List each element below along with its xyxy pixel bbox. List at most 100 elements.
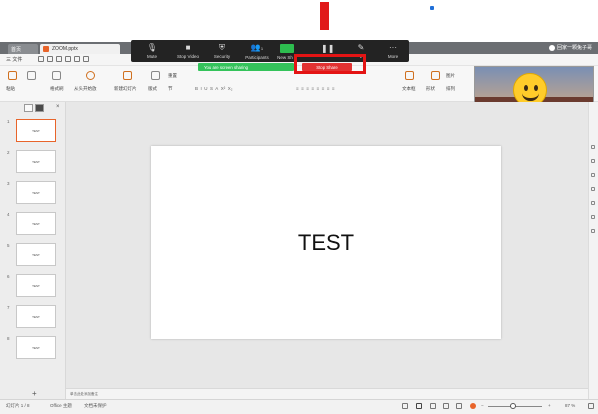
format-painter-icon[interactable] bbox=[52, 71, 61, 80]
document-protection[interactable]: 文档未保护 bbox=[84, 403, 107, 409]
shield-icon: ⛨ bbox=[219, 43, 225, 52]
avatar-icon bbox=[548, 44, 555, 51]
slide-thumbnail[interactable]: TEST bbox=[16, 181, 56, 204]
account-menu[interactable]: 回家一颗兔子哥 bbox=[548, 44, 592, 51]
rail-tool-icon[interactable] bbox=[591, 145, 595, 149]
highlight-box bbox=[294, 54, 366, 74]
outline-view-tab[interactable] bbox=[24, 104, 33, 112]
stop-video-button[interactable]: ■ Stop Video bbox=[170, 43, 206, 59]
slide-thumbnail-number: 5 bbox=[7, 243, 10, 248]
security-label: Security bbox=[213, 54, 231, 59]
new-slide-button[interactable]: 新建幻灯片 bbox=[114, 86, 137, 92]
slideshow-view-icon[interactable] bbox=[456, 403, 462, 409]
print-icon[interactable] bbox=[56, 56, 62, 62]
slide-thumbnail[interactable]: TEST bbox=[16, 150, 56, 173]
slide-thumbnail[interactable]: TEST bbox=[16, 243, 56, 266]
rail-tool-icon[interactable] bbox=[591, 215, 595, 219]
slide-thumbnail[interactable]: TEST bbox=[16, 119, 56, 142]
add-slide-button[interactable]: + bbox=[32, 389, 37, 398]
theme-name: Office 主题 bbox=[50, 403, 72, 408]
stop-video-label: Stop Video bbox=[177, 54, 199, 59]
notes-placeholder: 单击此处添加备注 bbox=[70, 391, 98, 396]
font-format-icons[interactable]: B I U S A X² X₂ bbox=[195, 86, 233, 91]
participants-label: Participants bbox=[245, 55, 269, 60]
slide-thumbnail[interactable]: TEST bbox=[16, 274, 56, 297]
textbox-icon[interactable] bbox=[405, 71, 414, 80]
new-slide-icon[interactable] bbox=[123, 71, 132, 80]
save-icon[interactable] bbox=[38, 56, 44, 62]
file-menu[interactable]: 三 文件 bbox=[6, 56, 22, 63]
security-button[interactable]: ⛨ Security bbox=[204, 43, 240, 59]
play-icon[interactable] bbox=[86, 71, 95, 80]
top-margin bbox=[0, 0, 598, 42]
picture-button[interactable]: 图片 bbox=[446, 73, 455, 79]
shape-button[interactable]: 形状 bbox=[426, 86, 435, 92]
slide-thumbnail-number: 7 bbox=[7, 305, 10, 310]
microphone-icon: 🎙 bbox=[146, 43, 158, 52]
annotate-icon: ✎ bbox=[357, 43, 365, 52]
zoom-in-button[interactable]: + bbox=[548, 403, 551, 408]
panel-view-tabs bbox=[24, 104, 44, 112]
paragraph-align-icons[interactable]: ≡ ≡ ≡ ≡ ≡ ≡ ≡ ≡ bbox=[296, 86, 335, 91]
slide-thumbnail-number: 4 bbox=[7, 212, 10, 217]
tab-document[interactable]: ZOOM.pptx bbox=[40, 44, 120, 54]
slide-thumbnail-number: 2 bbox=[7, 150, 10, 155]
section-button[interactable]: 节 bbox=[168, 86, 173, 92]
cut-icon[interactable] bbox=[27, 71, 36, 80]
screen: 首页 ZOOM.pptx 回家一颗兔子哥 三 文件 粘贴 格式刷 从头开始放 新… bbox=[0, 0, 598, 414]
slide-thumbnail[interactable]: TEST bbox=[16, 336, 56, 359]
left-eye bbox=[524, 85, 528, 91]
shape-icon[interactable] bbox=[431, 71, 440, 80]
slide-sorter-icon[interactable] bbox=[430, 403, 436, 409]
current-slide[interactable]: TEST bbox=[151, 146, 501, 339]
mute-button[interactable]: 🎙 Mute bbox=[134, 43, 170, 59]
slide-thumbnail-text: TEST bbox=[32, 128, 40, 133]
reading-view-icon[interactable] bbox=[443, 403, 449, 409]
panel-close-icon[interactable]: × bbox=[56, 104, 60, 110]
tab-home[interactable]: 首页 bbox=[8, 44, 38, 54]
slide-thumbnail-text: TEST bbox=[32, 159, 40, 164]
rail-tool-icon[interactable] bbox=[591, 173, 595, 177]
layout-icon[interactable] bbox=[151, 71, 160, 80]
normal-view-icon[interactable] bbox=[416, 403, 422, 409]
redo-icon[interactable] bbox=[83, 56, 89, 62]
undo-icon[interactable] bbox=[74, 56, 80, 62]
quick-access-toolbar bbox=[38, 56, 89, 62]
rail-tool-icon[interactable] bbox=[591, 187, 595, 191]
slide-thumbnail-text: TEST bbox=[32, 221, 40, 226]
from-start-button[interactable]: 从头开始放 bbox=[74, 86, 97, 92]
layout-button[interactable]: 版式 bbox=[148, 86, 157, 92]
share-screen-icon[interactable] bbox=[280, 44, 294, 53]
banner-text: You are screen sharing bbox=[204, 64, 249, 70]
open-icon[interactable] bbox=[47, 56, 53, 62]
more-button[interactable]: ··· More bbox=[375, 43, 411, 59]
paste-button[interactable]: 粘贴 bbox=[6, 86, 15, 92]
fit-window-icon[interactable] bbox=[588, 403, 594, 409]
thumbnail-view-tab[interactable] bbox=[35, 104, 44, 112]
slide-thumbnail[interactable]: TEST bbox=[16, 212, 56, 235]
reset-button[interactable]: 重置 bbox=[168, 73, 177, 79]
video-icon: ■ bbox=[185, 43, 191, 52]
slide-thumbnail[interactable]: TEST bbox=[16, 305, 56, 328]
zoom-out-button[interactable]: − bbox=[481, 403, 484, 408]
account-name: 回家一颗兔子哥 bbox=[556, 45, 592, 51]
format-painter-button[interactable]: 格式刷 bbox=[50, 86, 64, 92]
rail-tool-icon[interactable] bbox=[591, 229, 595, 233]
paste-icon[interactable] bbox=[8, 71, 17, 80]
arrange-button[interactable]: 排列 bbox=[446, 86, 455, 92]
participants-icon: 👥1 bbox=[250, 43, 264, 52]
textbox-button[interactable]: 文本框 bbox=[402, 86, 416, 92]
pause-icon[interactable]: ❚❚ bbox=[321, 44, 334, 53]
slide-thumbnail-number: 3 bbox=[7, 181, 10, 186]
notes-pane[interactable]: 单击此处添加备注 bbox=[66, 388, 588, 399]
zoom-slider-handle[interactable] bbox=[509, 403, 516, 409]
rail-tool-icon[interactable] bbox=[591, 201, 595, 205]
rail-tool-icon[interactable] bbox=[591, 159, 595, 163]
notes-toggle-icon[interactable] bbox=[402, 403, 408, 409]
presentation-file-icon bbox=[43, 46, 49, 52]
annotation-mark bbox=[430, 6, 434, 10]
preview-icon[interactable] bbox=[65, 56, 71, 62]
mute-label: Mute bbox=[146, 54, 157, 59]
slide-title-text[interactable]: TEST bbox=[151, 146, 501, 339]
play-slideshow-icon[interactable] bbox=[470, 403, 476, 409]
